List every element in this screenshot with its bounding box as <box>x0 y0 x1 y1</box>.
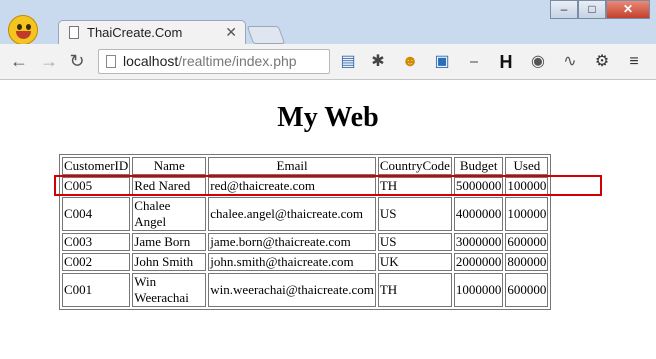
table-row: C003 Jame Born jame.born@thaicreate.com … <box>62 233 549 251</box>
cell-country-code: US <box>377 233 452 251</box>
cell-budget: 3000000 <box>453 233 504 251</box>
tab-strip: ThaiCreate.Com ✕ – □ ✕ <box>0 0 656 46</box>
extension-ruler-icon[interactable]: ⎯ <box>464 52 484 72</box>
maximize-button[interactable]: □ <box>578 0 606 19</box>
cell-name: Jame Born <box>132 233 207 251</box>
customer-table: CustomerID Name Email CountryCode Budget… <box>59 154 552 310</box>
extension-h-icon[interactable]: H <box>496 52 516 72</box>
header-used: Used <box>505 157 549 175</box>
header-name: Name <box>132 157 207 175</box>
cell-customer-id: C002 <box>62 253 131 271</box>
url-host: localhost <box>123 53 179 69</box>
cell-email: chalee.angel@thaicreate.com <box>208 197 376 231</box>
cell-customer-id: C003 <box>62 233 131 251</box>
page-content: My Web CustomerID Name Email CountryCode… <box>0 80 656 359</box>
cell-budget: 5000000 <box>453 177 504 195</box>
page-icon <box>69 26 79 39</box>
address-bar[interactable]: localhost/realtime/index.php <box>98 49 330 74</box>
tab-title: ThaiCreate.Com <box>87 25 183 40</box>
page-info-icon[interactable] <box>106 55 116 68</box>
table-row: C004 Chalee Angel chalee.angel@thaicreat… <box>62 197 549 231</box>
cell-email: red@thaicreate.com <box>208 177 376 195</box>
cell-name: Chalee Angel <box>132 197 207 231</box>
back-arrow-icon[interactable]: ← <box>8 50 30 72</box>
cell-country-code: TH <box>377 273 452 307</box>
gear-icon[interactable]: ⚙ <box>592 52 612 72</box>
extension-screen-icon[interactable]: ▣ <box>432 52 452 72</box>
header-customer-id: CustomerID <box>62 157 131 175</box>
window-close-button[interactable]: ✕ <box>606 0 650 19</box>
cell-name: John Smith <box>132 253 207 271</box>
table-header-row: CustomerID Name Email CountryCode Budget… <box>62 157 549 175</box>
cell-country-code: TH <box>377 177 452 195</box>
cell-used: 800000 <box>505 253 549 271</box>
extension-card-icon[interactable]: ▤ <box>338 52 358 72</box>
cell-budget: 4000000 <box>453 197 504 231</box>
cell-customer-id: C004 <box>62 197 131 231</box>
minimize-button[interactable]: – <box>550 0 578 19</box>
cell-customer-id: C005 <box>62 177 131 195</box>
cell-used: 600000 <box>505 233 549 251</box>
extension-face-icon[interactable]: ☻ <box>400 52 420 72</box>
browser-toolbar: ← → ↻ localhost/realtime/index.php ▤ ✱ ☻… <box>0 44 656 80</box>
header-country-code: CountryCode <box>377 157 452 175</box>
url-path: /realtime/index.php <box>178 53 297 69</box>
cell-name: Red Nared <box>132 177 207 195</box>
browser-tab[interactable]: ThaiCreate.Com ✕ <box>58 20 246 46</box>
cell-budget: 2000000 <box>453 253 504 271</box>
cell-budget: 1000000 <box>453 273 504 307</box>
browser-window: ThaiCreate.Com ✕ – □ ✕ ← → ↻ localhost/r… <box>0 0 656 359</box>
cell-country-code: UK <box>377 253 452 271</box>
profile-avatar-icon[interactable] <box>8 15 38 45</box>
cell-used: 100000 <box>505 197 549 231</box>
header-budget: Budget <box>453 157 504 175</box>
header-email: Email <box>208 157 376 175</box>
cell-customer-id: C001 <box>62 273 131 307</box>
forward-arrow-icon[interactable]: → <box>38 50 60 72</box>
cell-used: 600000 <box>505 273 549 307</box>
reload-icon[interactable]: ↻ <box>66 50 88 72</box>
table-row: C005 Red Nared red@thaicreate.com TH 500… <box>62 177 549 195</box>
new-tab-button[interactable] <box>246 26 286 44</box>
table-row: C002 John Smith john.smith@thaicreate.co… <box>62 253 549 271</box>
cell-email: win.weerachai@thaicreate.com <box>208 273 376 307</box>
page-title: My Web <box>277 102 379 133</box>
cell-email: jame.born@thaicreate.com <box>208 233 376 251</box>
table-row: C001 Win Weerachai win.weerachai@thaicre… <box>62 273 549 307</box>
url-text: localhost/realtime/index.php <box>123 53 297 69</box>
extension-circle-icon[interactable]: ◉ <box>528 52 548 72</box>
extension-bug-icon[interactable]: ✱ <box>368 52 388 72</box>
extension-pulse-icon[interactable]: ∿ <box>560 52 580 72</box>
window-controls: – □ ✕ <box>550 0 650 20</box>
cell-country-code: US <box>377 197 452 231</box>
close-tab-icon[interactable]: ✕ <box>225 24 237 41</box>
menu-icon[interactable]: ≡ <box>624 52 644 72</box>
cell-email: john.smith@thaicreate.com <box>208 253 376 271</box>
cell-used: 100000 <box>505 177 549 195</box>
cell-name: Win Weerachai <box>132 273 207 307</box>
